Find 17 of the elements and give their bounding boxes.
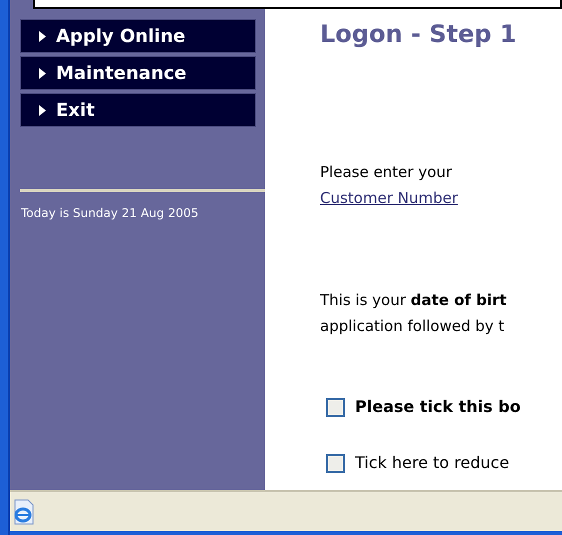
triangle-icon (39, 68, 46, 78)
page-title: Logon - Step 1 (320, 19, 518, 50)
menu-link[interactable]: Exit (20, 93, 256, 127)
checkbox-label: Tick here to reduce (355, 452, 510, 474)
triangle-icon (39, 104, 46, 116)
customer-number-link[interactable]: Customer Number (320, 185, 458, 211)
checkbox[interactable] (326, 398, 345, 416)
info-text: This is your date of birt (320, 290, 508, 311)
checkbox-label: Please tick this bo (355, 396, 521, 418)
date-text: Today is Sunday 21 Aug 2005 (21, 205, 200, 222)
triangle-icon (39, 30, 46, 42)
prompt-text: Please enter your (320, 162, 453, 183)
info-text: application followed by t (320, 316, 506, 337)
browser-page-icon (12, 498, 36, 524)
checkbox[interactable] (326, 454, 345, 472)
menu-link[interactable]: Maintenance (20, 56, 256, 90)
menu-link[interactable]: Apply Online (20, 19, 256, 53)
